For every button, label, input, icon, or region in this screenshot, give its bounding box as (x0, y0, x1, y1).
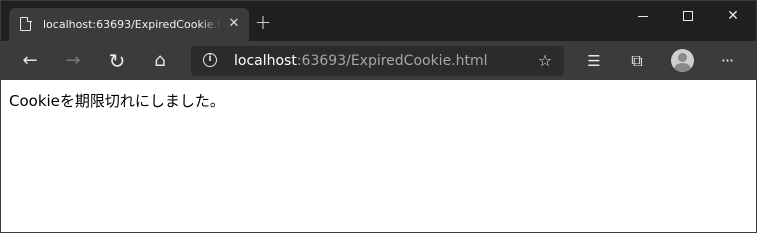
profile-avatar[interactable] (671, 49, 694, 72)
more-menu-button[interactable]: ··· (712, 46, 742, 76)
info-icon[interactable]: i (203, 53, 217, 67)
page-message: Cookieを期限切れにしました。 (9, 92, 225, 110)
url-text[interactable]: localhost:63693/ExpiredCookie.html (234, 52, 488, 70)
refresh-button[interactable]: ↻ (102, 46, 132, 76)
url-host: localhost (234, 53, 297, 69)
browser-window: localhost:63693/ExpiredCookie.html ✕ + ✕… (0, 0, 757, 233)
minimize-button[interactable] (620, 1, 666, 31)
tab-close-icon[interactable]: ✕ (226, 16, 242, 32)
new-tab-button[interactable]: + (253, 12, 273, 32)
avatar-body (674, 63, 691, 72)
home-button[interactable]: ⌂ (145, 46, 175, 76)
tab-title: localhost:63693/ExpiredCookie.html (43, 18, 221, 31)
maximize-icon (683, 11, 693, 21)
close-window-button[interactable]: ✕ (710, 1, 756, 31)
maximize-button[interactable] (665, 1, 711, 31)
forward-button[interactable]: → (58, 46, 88, 76)
back-button[interactable]: ← (15, 46, 45, 76)
tab-active[interactable]: localhost:63693/ExpiredCookie.html ✕ (9, 8, 249, 41)
url-path: :63693/ExpiredCookie.html (296, 53, 488, 69)
toolbar: ← → ↻ ⌂ i localhost:63693/ExpiredCookie.… (1, 41, 756, 80)
favorites-button[interactable]: ☰ (579, 46, 609, 76)
document-icon (20, 16, 32, 31)
title-bar: localhost:63693/ExpiredCookie.html ✕ + ✕ (1, 1, 756, 41)
minimize-icon (638, 16, 648, 17)
page-content: Cookieを期限切れにしました。 (1, 80, 756, 232)
collections-button[interactable]: ⧉ (622, 46, 652, 76)
avatar-head (678, 53, 687, 62)
favorite-star-icon[interactable]: ☆ (535, 51, 555, 71)
address-bar[interactable]: i localhost:63693/ExpiredCookie.html ☆ (191, 46, 564, 76)
